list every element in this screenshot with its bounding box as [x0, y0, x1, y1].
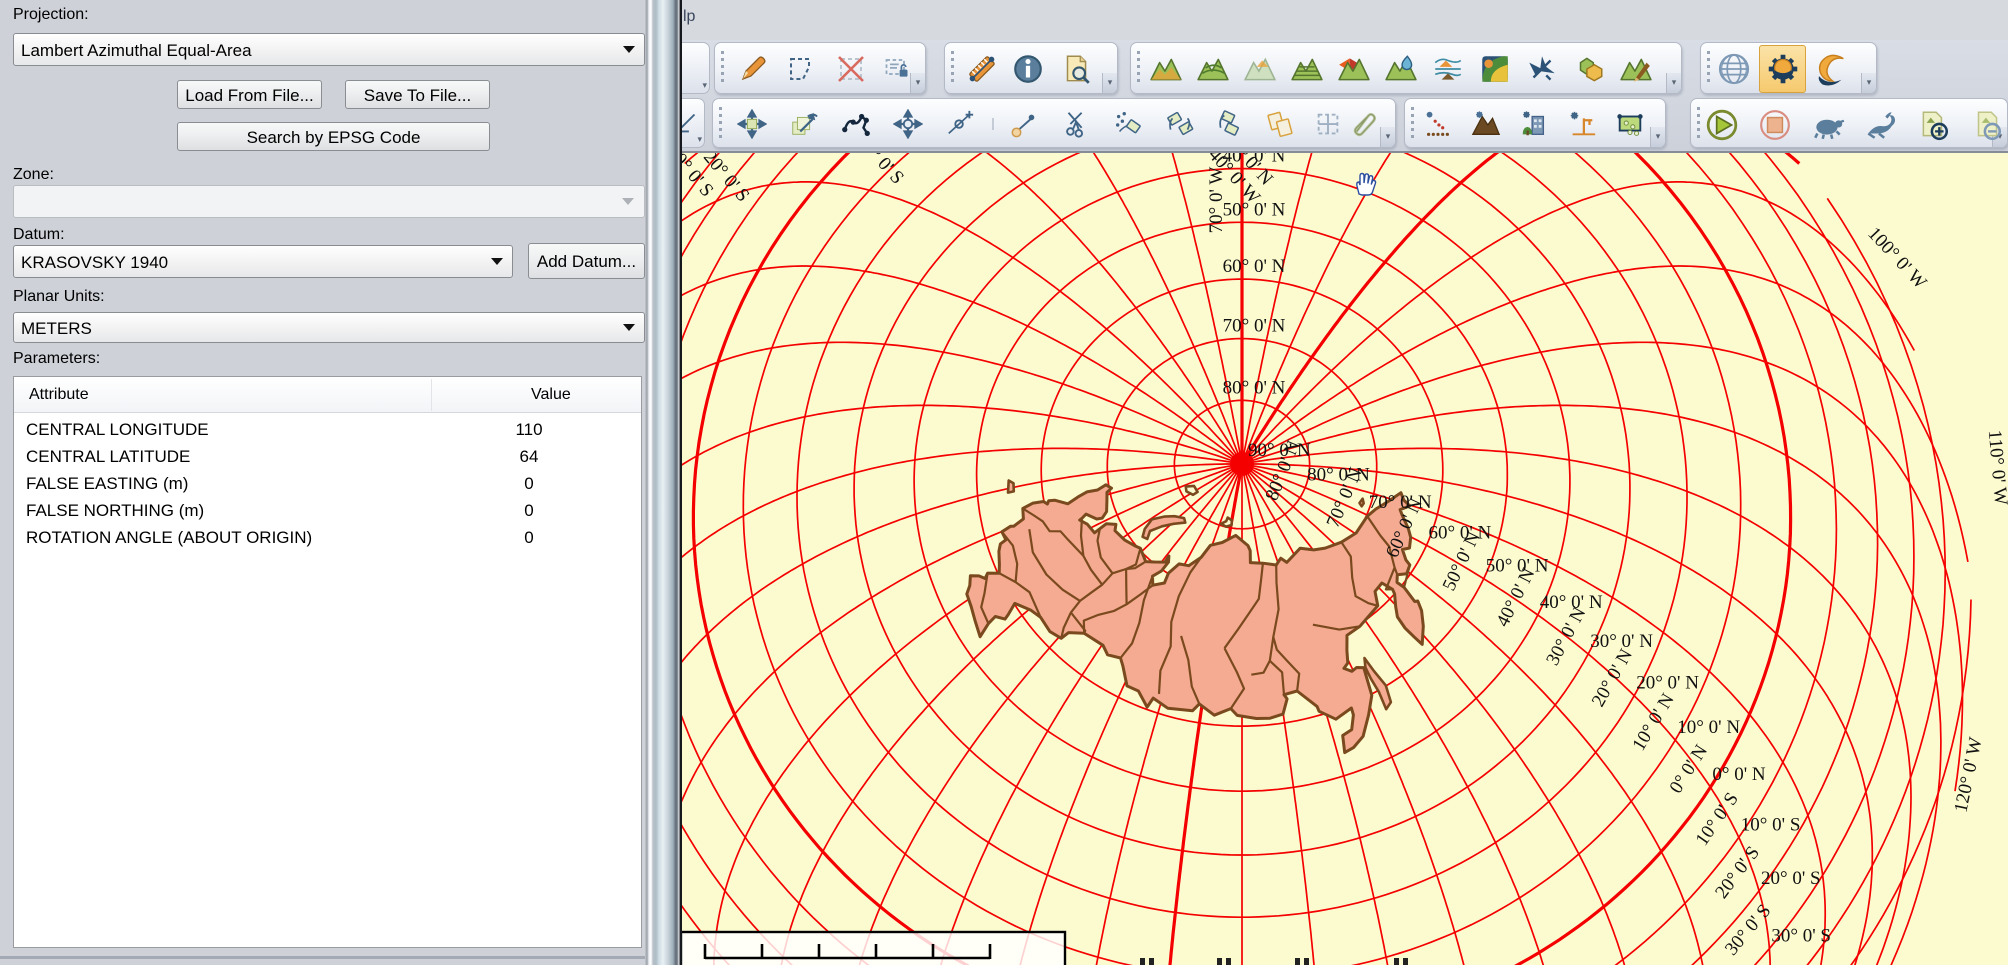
svg-text:70° 0' N: 70° 0' N — [1223, 316, 1286, 337]
svg-text:30° 0' S: 30° 0' S — [1771, 926, 1831, 947]
svg-text:70° 0' N: 70° 0' N — [1369, 492, 1432, 513]
svg-text:60° 0' N: 60° 0' N — [1429, 522, 1492, 543]
svg-text:50° 0' N: 50° 0' N — [1486, 556, 1549, 577]
svg-text:60° 0' N: 60° 0' N — [1223, 256, 1286, 277]
svg-text:0° 0' N: 0° 0' N — [1712, 764, 1766, 785]
svg-text:40° 0' N: 40° 0' N — [1540, 592, 1603, 613]
svg-text:10° 0' S: 10° 0' S — [1741, 814, 1801, 835]
svg-text:10° 0' N: 10° 0' N — [1677, 717, 1740, 738]
svg-text:80° 0' N: 80° 0' N — [1223, 377, 1286, 398]
svg-text:20° 0' N: 20° 0' N — [1636, 673, 1699, 694]
svg-text:20° 0' S: 20° 0' S — [1761, 868, 1821, 889]
svg-text:80° 0' N: 80° 0' N — [1307, 465, 1370, 486]
svg-text:30° 0' N: 30° 0' N — [1590, 631, 1653, 652]
